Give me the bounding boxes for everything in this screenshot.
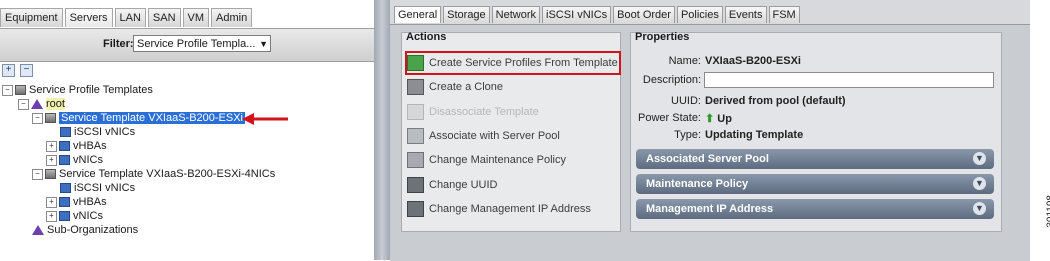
expand-icon[interactable]: +	[46, 210, 57, 222]
figure-number: 301198	[1046, 195, 1050, 228]
nic-icon	[59, 211, 70, 222]
collapse-all-icon[interactable]: −	[20, 64, 33, 77]
properties-panel: Properties Name: VXIaaS-B200-ESXi Descri…	[630, 31, 1002, 232]
nic-icon	[60, 127, 71, 138]
nic-icon	[59, 155, 70, 166]
filter-dropdown[interactable]: Service Profile Templa... ▼	[133, 35, 271, 52]
tab-events[interactable]: Events	[724, 6, 767, 23]
create-clone-action[interactable]: Create a Clone	[407, 77, 503, 97]
tree-item-iscsi-vnics-2[interactable]: iSCSI vNICs	[60, 181, 135, 195]
tab-servers[interactable]: Servers	[64, 8, 113, 27]
chevron-down-icon[interactable]: ▼	[973, 202, 986, 215]
tab-storage[interactable]: Storage	[443, 6, 490, 23]
content-pane: General Storage Network iSCSI vNICs Boot…	[390, 0, 1030, 261]
expand-icon[interactable]: +	[46, 196, 57, 208]
expand-icon[interactable]: +	[46, 140, 57, 152]
hba-icon	[59, 197, 70, 208]
chevron-down-icon[interactable]: ▼	[973, 152, 986, 165]
tree-item-vhbas[interactable]: + vHBAs	[46, 139, 107, 153]
tab-san[interactable]: SAN	[147, 8, 181, 27]
associated-server-pool-section[interactable]: Associated Server Pool ▼	[636, 149, 994, 169]
power-state-value: ⬆ Up	[705, 113, 732, 125]
tab-lan[interactable]: LAN	[114, 8, 146, 27]
actions-panel: Actions Create Service Profiles From Tem…	[401, 31, 621, 232]
filter-value: Service Profile Templa...	[137, 38, 256, 50]
tab-general[interactable]: General	[394, 6, 442, 23]
nav-tabs: Equipment Servers LAN SAN VM Admin	[0, 8, 254, 28]
clone-icon	[407, 79, 424, 96]
description-label: Description:	[642, 74, 701, 86]
filter-bar: Filter: Service Profile Templa... ▼	[0, 28, 374, 62]
properties-title: Properties	[635, 31, 690, 43]
disassociate-template-action: Disassociate Template	[407, 102, 539, 122]
template-icon	[45, 169, 56, 180]
server-icon	[15, 85, 26, 96]
uuid-icon	[407, 177, 424, 194]
navigation-pane: Equipment Servers LAN SAN VM Admin Filte…	[0, 0, 374, 260]
server-pool-icon	[407, 128, 424, 145]
tab-admin[interactable]: Admin	[211, 8, 253, 27]
actions-title: Actions	[406, 31, 447, 43]
maintenance-policy-section[interactable]: Maintenance Policy ▼	[636, 174, 994, 194]
tree-item-template-1[interactable]: − Service Template VXIaaS-B200-ESXi	[32, 111, 245, 125]
tree-item-service-profile-templates[interactable]: − Service Profile Templates	[2, 83, 153, 97]
power-state-label: Power State:	[638, 112, 701, 124]
change-maintenance-policy-action[interactable]: Change Maintenance Policy	[407, 150, 566, 170]
organization-icon	[32, 225, 44, 236]
uuid-label: UUID:	[671, 95, 701, 107]
tree-item-vnics[interactable]: + vNICs	[46, 153, 103, 167]
tab-equipment[interactable]: Equipment	[0, 8, 63, 27]
collapse-icon[interactable]: −	[2, 84, 13, 96]
expand-icon[interactable]: +	[46, 154, 57, 166]
management-ip-address-section[interactable]: Management IP Address ▼	[636, 199, 994, 219]
type-label: Type:	[674, 129, 701, 141]
tree-item-iscsi-vnics[interactable]: iSCSI vNICs	[60, 125, 135, 139]
uuid-value: Derived from pool (default)	[705, 95, 846, 107]
name-label: Name:	[668, 55, 701, 67]
expand-all-icon[interactable]: +	[2, 64, 15, 77]
nic-icon	[60, 183, 71, 194]
tree-item-sub-organizations[interactable]: Sub-Organizations	[32, 223, 138, 237]
type-value: Updating Template	[705, 129, 804, 141]
selected-template-label: Service Template VXIaaS-B200-ESXi	[59, 112, 245, 124]
tab-iscsi-vnics[interactable]: iSCSI vNICs	[542, 6, 612, 23]
description-field[interactable]	[704, 72, 994, 88]
tab-policies[interactable]: Policies	[676, 6, 723, 23]
red-arrow-icon	[242, 113, 288, 125]
ip-address-icon	[407, 201, 424, 218]
tree-item-vnics-2[interactable]: + vNICs	[46, 209, 103, 223]
hba-icon	[59, 141, 70, 152]
change-uuid-action[interactable]: Change UUID	[407, 175, 497, 195]
power-up-icon: ⬆	[705, 113, 715, 125]
tab-fsm[interactable]: FSM	[768, 6, 800, 23]
disassociate-icon	[407, 104, 424, 121]
tree-item-template-2[interactable]: − Service Template VXIaaS-B200-ESXi-4NICs	[32, 167, 275, 181]
collapse-icon[interactable]: −	[18, 98, 29, 110]
tree-toolbar: + −	[0, 64, 374, 78]
chevron-down-icon[interactable]: ▼	[973, 177, 986, 190]
pane-splitter[interactable]	[374, 0, 390, 260]
tab-vm[interactable]: VM	[182, 8, 210, 27]
collapse-icon[interactable]: −	[32, 112, 43, 124]
general-tab-content: Actions Create Service Profiles From Tem…	[390, 24, 1030, 261]
change-management-ip-action[interactable]: Change Management IP Address	[407, 199, 591, 219]
tab-network[interactable]: Network	[491, 6, 541, 23]
associate-server-pool-action[interactable]: Associate with Server Pool	[407, 126, 560, 146]
name-value: VXIaaS-B200-ESXi	[705, 55, 801, 67]
create-service-profiles-action[interactable]: Create Service Profiles From Template	[407, 53, 618, 73]
maintenance-icon	[407, 152, 424, 169]
tree-item-root[interactable]: − root	[18, 97, 65, 111]
create-profiles-icon	[407, 55, 424, 72]
tree-item-vhbas-2[interactable]: + vHBAs	[46, 195, 107, 209]
organization-icon	[31, 99, 43, 110]
template-icon	[45, 113, 56, 124]
filter-label: Filter:	[103, 38, 134, 50]
dropdown-arrow-icon[interactable]: ▼	[259, 36, 268, 53]
content-tabs: General Storage Network iSCSI vNICs Boot…	[394, 6, 802, 24]
collapse-icon[interactable]: −	[32, 168, 43, 180]
tab-boot-order[interactable]: Boot Order	[613, 6, 675, 23]
